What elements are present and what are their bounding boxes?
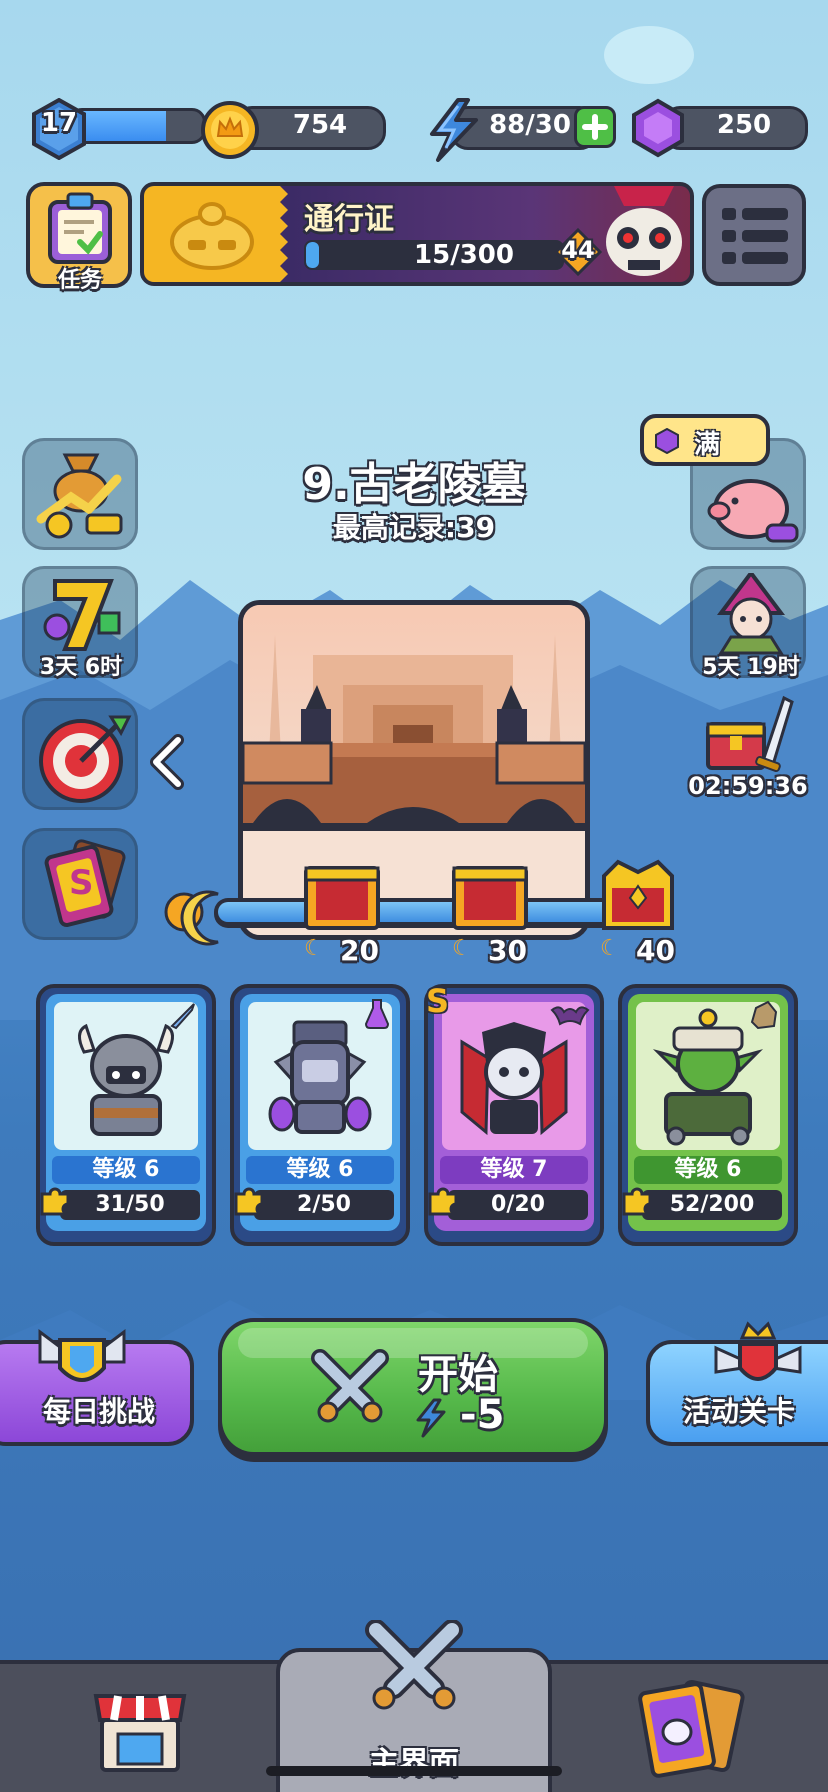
gem-icon — [632, 98, 684, 158]
add-energy-button[interactable] — [574, 106, 616, 148]
milestone-chest-30[interactable]: 30 ☾ — [450, 858, 530, 967]
skill-card-button[interactable]: S — [22, 828, 138, 940]
start-energy-cost: -5 — [460, 1392, 505, 1438]
shield-swords-icon — [38, 1329, 126, 1382]
stage-preview[interactable] — [238, 600, 590, 940]
potion-icon — [364, 999, 390, 1029]
pass-tier: 44 — [561, 236, 595, 264]
stage-name: 9.古老陵墓 — [302, 459, 526, 510]
chest-icon — [452, 866, 528, 930]
pass-mascot-icon — [170, 202, 254, 270]
hero-shards: 31/50 — [60, 1190, 200, 1220]
list-icon — [722, 208, 788, 264]
character-icon — [717, 573, 785, 655]
gem-small-icon — [655, 428, 679, 454]
nav-swords-icon — [365, 1620, 463, 1710]
start-button-shine — [238, 1328, 588, 1358]
hero-shards: 0/20 — [448, 1190, 588, 1220]
seven-day-button[interactable]: 3天 6时 — [22, 566, 138, 680]
clipboard-icon — [48, 192, 112, 264]
nav-cards[interactable] — [612, 1672, 772, 1782]
piggy-bank-icon — [707, 479, 799, 543]
crown-coin-icon — [201, 101, 259, 159]
treasure-event-button[interactable]: 02:59:36 — [688, 690, 808, 800]
royal-chest-icon — [602, 859, 674, 930]
milestone-value: 30 — [488, 934, 527, 967]
gems-value: 250 — [716, 110, 772, 140]
target-icon — [39, 715, 132, 803]
milestone-chest-40[interactable]: 40 ☾ — [598, 858, 688, 967]
pass-title: 通行证 — [304, 202, 394, 237]
bat-icon — [550, 1006, 590, 1026]
puzzle-icon — [40, 1187, 70, 1216]
hero-level: 等级 7 — [440, 1156, 588, 1184]
chest-icon — [304, 866, 380, 930]
cloud — [604, 26, 694, 84]
milestone-value: 20 — [340, 934, 379, 967]
home-indicator — [266, 1766, 562, 1776]
player-level-bar[interactable]: 17 — [28, 98, 206, 160]
milestone-moon-glyph: ☾ — [600, 936, 620, 961]
crossed-swords-icon — [311, 1349, 389, 1423]
hero-card-goblin[interactable]: 等级 6 52/200 — [618, 984, 798, 1246]
pass-progress-fill — [306, 242, 319, 268]
puzzle-icon — [428, 1187, 458, 1216]
stage-best-record: 最高记录:39 — [332, 511, 496, 544]
rock-icon — [750, 1000, 778, 1030]
growth-fund-button[interactable] — [22, 438, 138, 550]
cards-icon — [638, 1679, 745, 1778]
start-button[interactable]: 开始 -5 — [218, 1318, 608, 1462]
shop-icon — [93, 1694, 187, 1772]
energy-counter[interactable]: 88/30 — [424, 98, 616, 162]
hero-card-alchemist[interactable]: 等级 6 2/50 — [230, 984, 410, 1246]
nav-shop[interactable] — [60, 1672, 220, 1782]
tasks-button[interactable]: 任务 — [26, 182, 132, 293]
puzzle-icon — [234, 1187, 264, 1216]
hero-card-viking[interactable]: 等级 6 31/50 — [36, 984, 216, 1246]
pass-progress-text: 15/300 — [414, 240, 514, 270]
menu-button[interactable] — [702, 184, 806, 286]
tomb-scene — [243, 635, 585, 935]
hero-level: 等级 6 — [634, 1156, 782, 1184]
money-bag-icon — [36, 453, 123, 539]
treasure-event-timer: 02:59:36 — [688, 772, 808, 800]
energy-value: 88/30 — [489, 110, 571, 140]
piggy-full-bubble: 满 — [640, 414, 770, 466]
milestone-value: 40 — [636, 934, 675, 967]
character-event-timer: 5天 19时 — [702, 655, 800, 680]
hero-level: 等级 6 — [246, 1156, 394, 1184]
milestone-chest-20[interactable]: 20 ☾ — [302, 858, 382, 967]
pass-ticket-edge — [270, 186, 288, 282]
s-card-letter: S — [69, 863, 94, 903]
puzzle-icon — [622, 1187, 652, 1216]
pass-icon-panel — [144, 186, 280, 282]
rarity-badge: S — [426, 982, 450, 1020]
chevron-left-icon[interactable] — [146, 734, 188, 790]
energy-cost-icon — [416, 1398, 446, 1438]
target-event-button[interactable] — [22, 698, 138, 810]
event-stage-label: 活动关卡 — [682, 1395, 795, 1428]
hero-shards: 52/200 — [642, 1190, 782, 1220]
hero-shards: 2/50 — [254, 1190, 394, 1220]
coins-counter[interactable]: 754 — [200, 100, 386, 159]
hero-card-vampire[interactable]: 等级 7 0/20 S — [424, 982, 604, 1246]
battle-pass-banner[interactable]: 通行证 15/300 44 — [140, 182, 694, 286]
seven-icon — [43, 579, 121, 651]
gems-counter[interactable]: 250 — [628, 98, 808, 158]
player-level: 17 — [40, 108, 78, 138]
sword-icon — [170, 1003, 195, 1030]
crown-shield-icon — [714, 1321, 802, 1381]
milestone-moon-glyph: ☾ — [452, 936, 472, 961]
character-event-button[interactable]: 5天 19时 — [690, 566, 806, 680]
milestone-moon-glyph: ☾ — [304, 936, 324, 961]
sun-moon-icon — [164, 890, 219, 946]
seven-day-timer: 3天 6时 — [39, 655, 123, 680]
hero-level: 等级 6 — [52, 1156, 200, 1184]
coins-value: 754 — [292, 110, 348, 140]
treasure-sword-icon — [706, 695, 794, 773]
plus-icon — [582, 114, 608, 140]
tasks-label: 任务 — [57, 268, 102, 293]
lightning-icon — [430, 98, 478, 162]
piggy-full-label: 满 — [694, 430, 721, 460]
